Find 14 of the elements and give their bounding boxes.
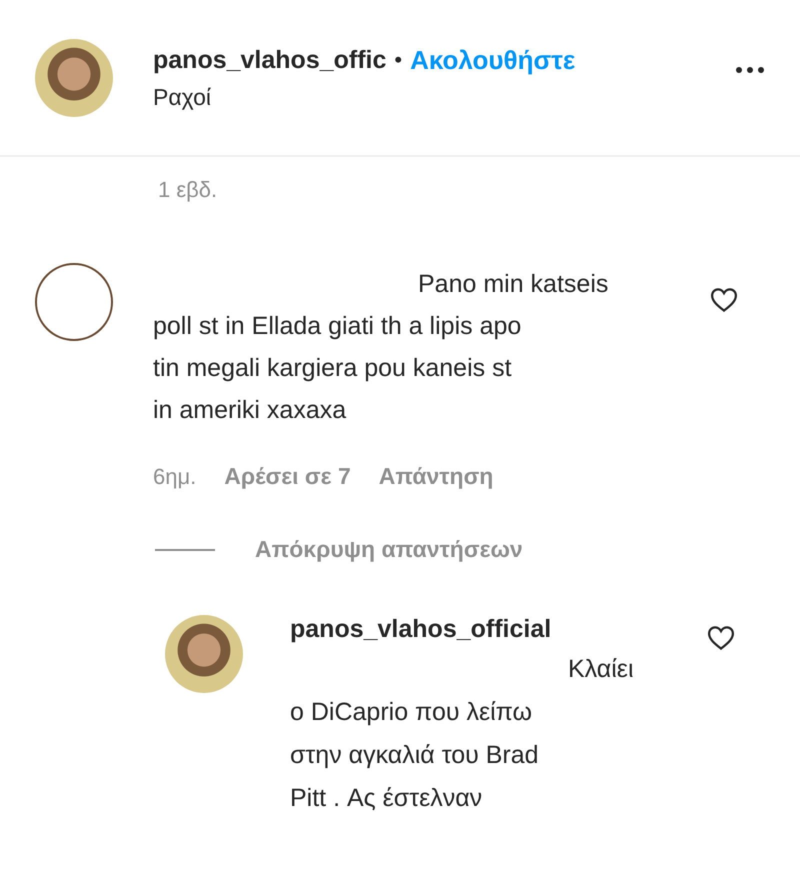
replies-line [155, 548, 215, 550]
reply-button[interactable]: Απάντηση [378, 463, 494, 490]
likes-count-button[interactable]: Αρέσει σε 7 [224, 463, 351, 490]
username[interactable]: panos_vlahos_official [290, 615, 690, 644]
location-link[interactable]: Ραχοί [153, 84, 736, 110]
more-options-icon[interactable] [736, 67, 764, 73]
hide-replies-button[interactable]: Απόκρυψη απαντήσεων [255, 536, 523, 563]
username[interactable]: panos_vlahos_offic [153, 46, 386, 74]
follow-button[interactable]: Ακολουθήστε [410, 44, 576, 76]
comment-text: Pano min katseis poll st in Ellada giati th a lipis apo tin megali kargiera pou kaneis st in ameriki xaxaxa [153, 269, 610, 426]
separator-dot: • [394, 47, 402, 73]
post-age: 1 εβδ. [157, 176, 218, 204]
reply-text: Κλαίει ο DiCaprio που λείπω στην αγκαλιά του Brad Pitt . Ας έστελναν [290, 654, 635, 814]
comment-age: 6ημ. [153, 464, 196, 490]
